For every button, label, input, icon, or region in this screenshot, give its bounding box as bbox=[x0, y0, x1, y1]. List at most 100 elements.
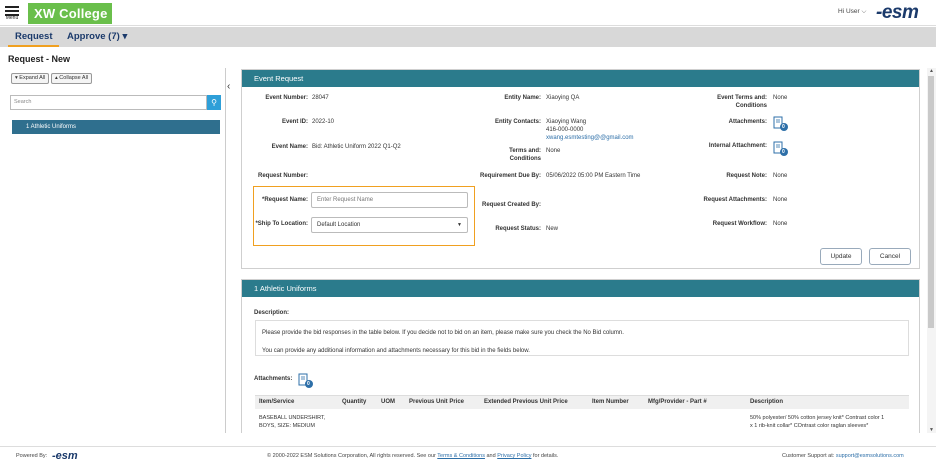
event-number-value: 28047 bbox=[312, 95, 329, 101]
internal-attachment-count-badge: 0 bbox=[782, 148, 785, 155]
event-request-panel: Event Request Event Number: 28047 Event … bbox=[241, 69, 920, 269]
event-number-label: Event Number: bbox=[265, 95, 308, 101]
request-workflow-value: None bbox=[773, 221, 788, 227]
event-request-header: Event Request bbox=[242, 70, 919, 87]
item-attachment-count-badge: 0 bbox=[307, 380, 310, 387]
user-menu[interactable]: Hi User ⌵ bbox=[838, 8, 866, 16]
row-item-line-2: BOYS, SIZE: MEDIUM bbox=[259, 423, 315, 429]
cancel-button[interactable]: Cancel bbox=[869, 248, 911, 265]
caret-down-icon: ▾ bbox=[122, 31, 128, 42]
expand-all-label: Expand All bbox=[19, 75, 46, 81]
footer: Powered By: -esm © 2000-2022 ESM Solutio… bbox=[0, 446, 936, 465]
user-greeting: Hi User bbox=[838, 8, 860, 15]
description-box: Please provide the bid responses in the … bbox=[255, 320, 909, 356]
expand-all-button[interactable]: ▾ Expand All bbox=[11, 73, 50, 84]
hamburger-icon bbox=[4, 2, 20, 16]
for-details-text: for details. bbox=[532, 453, 559, 459]
request-created-label: Request Created By: bbox=[481, 202, 541, 208]
collapse-icon: ▴ bbox=[55, 75, 58, 81]
terms-value: None bbox=[546, 148, 561, 154]
request-name-input[interactable]: Enter Request Name bbox=[311, 192, 468, 208]
tab-approve[interactable]: Approve (7) ▾ bbox=[60, 27, 134, 47]
request-workflow-label: Request Workflow: bbox=[712, 221, 767, 227]
privacy-policy-link[interactable]: Privacy Policy bbox=[497, 453, 531, 459]
event-terms-label-2: Conditions bbox=[735, 103, 767, 109]
collapse-all-button[interactable]: ▴ Collapse All bbox=[51, 73, 93, 84]
item-attachments-label: Attachments: bbox=[254, 376, 293, 382]
dropdown-arrow-icon: ▼ bbox=[457, 222, 462, 228]
request-number-label: Request Number: bbox=[257, 173, 308, 179]
event-terms-label-1: Event Terms and: bbox=[717, 95, 767, 101]
ship-to-label: *Ship To Location: bbox=[255, 221, 308, 227]
event-terms-value: None bbox=[773, 95, 788, 101]
footer-esm-logo: -esm bbox=[52, 450, 78, 462]
terms-conditions-link[interactable]: Terms & Conditions bbox=[437, 453, 485, 459]
support-label: Customer Support at: bbox=[782, 453, 835, 459]
support-email-link[interactable]: support@esmsolutions.com bbox=[836, 453, 904, 459]
contact-email-link[interactable]: xwang.esmtesting@@gmail.com bbox=[546, 135, 634, 141]
attachment-count-badge: 0 bbox=[782, 123, 785, 130]
internal-attachment-file-icon[interactable]: 0 bbox=[773, 141, 788, 156]
description-line-2: You can provide any additional informati… bbox=[262, 348, 530, 354]
request-attachments-value: None bbox=[773, 197, 788, 203]
customer-support: Customer Support at: support@esmsolution… bbox=[782, 447, 904, 466]
scrollbar-thumb[interactable] bbox=[928, 76, 934, 328]
collapse-all-label: Collapse All bbox=[59, 75, 89, 81]
entity-name-value: Xiaoying QA bbox=[546, 95, 580, 101]
menu-label: Menu bbox=[5, 15, 19, 21]
col-previous-unit-price: Previous Unit Price bbox=[409, 399, 465, 405]
document-icon bbox=[773, 141, 788, 156]
requirement-due-label: Requirement Due By: bbox=[479, 173, 541, 179]
attachment-file-icon[interactable]: 0 bbox=[773, 116, 788, 131]
update-button[interactable]: Update bbox=[820, 248, 862, 265]
request-note-label: Request Note: bbox=[726, 173, 767, 179]
sidebar-item-athletic-uniforms[interactable]: 1 Athletic Uniforms bbox=[12, 120, 220, 134]
col-mfg-provider-part: Mfg/Provider - Part # bbox=[648, 399, 707, 405]
entity-contacts-label: Entity Contacts: bbox=[494, 119, 541, 125]
ship-to-value: Default Location bbox=[317, 222, 361, 228]
nav-tabs: Request Approve (7) ▾ bbox=[0, 27, 936, 47]
col-quantity: Quantity bbox=[342, 399, 367, 405]
entity-name-label: Entity Name: bbox=[504, 95, 541, 101]
document-icon bbox=[298, 373, 313, 388]
terms-label-2: Conditions bbox=[509, 156, 541, 162]
event-id-label: Event ID: bbox=[281, 119, 308, 125]
event-id-value: 2022-10 bbox=[312, 119, 335, 125]
scroll-down-icon[interactable]: ▼ bbox=[927, 427, 936, 433]
scroll-up-icon[interactable]: ▲ bbox=[927, 68, 936, 74]
menu-button[interactable]: Menu bbox=[4, 2, 20, 24]
footer-copyright: © 2000-2022 ESM Solutions Corporation, A… bbox=[267, 447, 558, 466]
request-status-label: Request Status: bbox=[495, 226, 541, 232]
ship-to-select[interactable]: Default Location ▼ bbox=[311, 217, 468, 233]
row-desc-line-1: 50% polyester/ 50% cotton jersey knit* C… bbox=[750, 415, 885, 421]
document-icon bbox=[773, 116, 788, 131]
internal-attachment-label: Internal Attachment: bbox=[708, 143, 767, 149]
copyright-text: © 2000-2022 ESM Solutions Corporation, A… bbox=[267, 453, 436, 459]
tab-request[interactable]: Request bbox=[8, 27, 60, 47]
powered-by-label: Powered By: bbox=[16, 453, 48, 459]
col-item-service: Item/Service bbox=[259, 399, 295, 405]
col-description: Description bbox=[750, 399, 784, 405]
college-logo[interactable]: XW College bbox=[28, 3, 112, 24]
requirement-due-value: 05/06/2022 05:00 PM Eastern Time bbox=[546, 173, 641, 179]
event-name-label: Event Name: bbox=[271, 144, 308, 150]
item-panel-header: 1 Athletic Uniforms bbox=[242, 280, 919, 297]
request-note-value: None bbox=[773, 173, 788, 179]
search-button[interactable]: ⚲ bbox=[207, 95, 221, 110]
event-name-value: Bid: Athletic Uniform 2022 Q1-Q2 bbox=[312, 144, 401, 150]
items-table-header: Item/Service Quantity UOM Previous Unit … bbox=[255, 395, 909, 409]
item-attachment-file-icon[interactable]: 0 bbox=[298, 373, 313, 388]
collapse-sidebar-icon[interactable]: ‹ bbox=[227, 81, 230, 92]
main-scrollbar[interactable]: ▲ ▼ bbox=[927, 68, 936, 433]
request-name-label: *Request Name: bbox=[261, 197, 308, 203]
terms-label-1: Terms and: bbox=[509, 148, 541, 154]
item-panel: 1 Athletic Uniforms Description: Please … bbox=[241, 279, 920, 433]
row-desc-line-2: x 1 rib-knit collar* COntrast color ragl… bbox=[750, 423, 869, 429]
contact-name: Xiaoying Wang bbox=[546, 119, 587, 125]
description-label: Description: bbox=[254, 310, 290, 316]
chevron-down-icon: ⌵ bbox=[861, 8, 867, 15]
sidebar-search-input[interactable]: Search bbox=[10, 95, 207, 110]
main-content: Event Request Event Number: 28047 Event … bbox=[238, 68, 924, 433]
tab-approve-label: Approve (7) bbox=[67, 31, 120, 42]
expand-icon: ▾ bbox=[15, 75, 18, 81]
